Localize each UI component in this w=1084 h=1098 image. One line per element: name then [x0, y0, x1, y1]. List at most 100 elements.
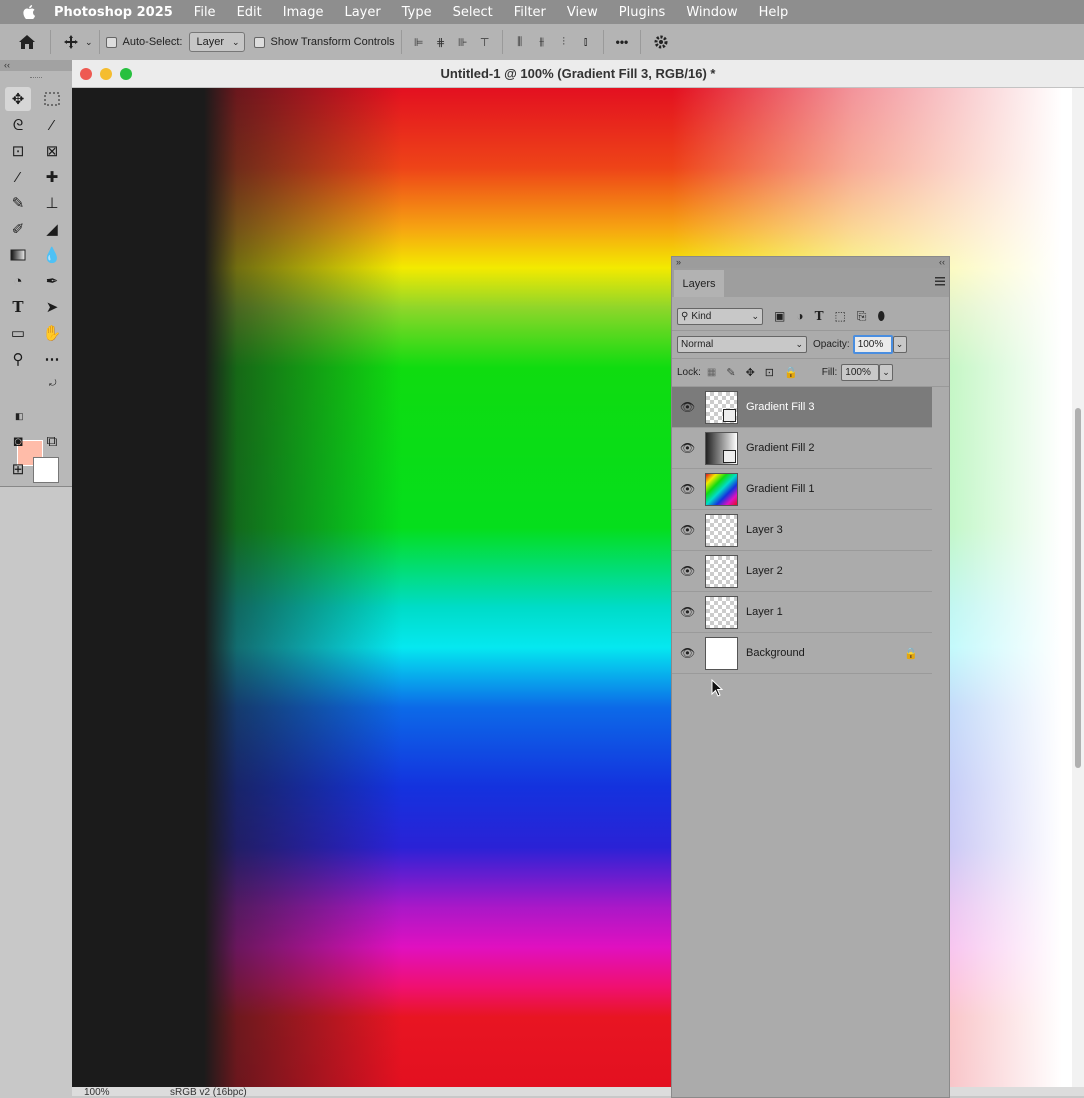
history-brush-tool-icon[interactable]: ✐: [5, 217, 31, 241]
auto-select-dropdown[interactable]: Layer ⌄: [189, 32, 245, 52]
visibility-eye-icon[interactable]: 👁: [680, 523, 696, 537]
vertical-scrollbar[interactable]: [1072, 88, 1084, 1087]
blur-tool-icon[interactable]: 💧: [39, 243, 65, 267]
scrollbar-thumb[interactable]: [1075, 408, 1081, 768]
collapse-panel-icon[interactable]: »: [676, 257, 681, 268]
tab-layers[interactable]: Layers: [674, 270, 724, 297]
rectangle-tool-icon[interactable]: ▭: [5, 321, 31, 345]
background-color-swatch[interactable]: [33, 457, 59, 483]
move-tool-icon[interactable]: ✥: [5, 87, 31, 111]
quick-mask-icon[interactable]: ◙: [5, 429, 31, 453]
pen-tool-icon[interactable]: ✒: [39, 269, 65, 293]
lock-icon[interactable]: 🔒: [904, 647, 918, 660]
marquee-tool-icon[interactable]: [39, 87, 65, 111]
filter-type-icon[interactable]: T: [815, 309, 824, 323]
blend-mode-dropdown[interactable]: Normal ⌄: [677, 335, 807, 353]
layer-row[interactable]: 👁 Layer 1: [672, 592, 932, 633]
visibility-eye-icon[interactable]: 👁: [680, 564, 696, 578]
app-name-menu[interactable]: Photoshop 2025: [54, 5, 173, 20]
eyedropper-tool-icon[interactable]: ⁄: [5, 165, 31, 189]
distribute-left-icon[interactable]: ⫼: [509, 33, 531, 51]
layer-name[interactable]: Layer 1: [746, 606, 783, 618]
layer-thumbnail[interactable]: [705, 431, 738, 465]
tools-panel-header[interactable]: ‹‹: [0, 60, 72, 71]
layer-name[interactable]: Gradient Fill 2: [746, 442, 814, 454]
lock-position-icon[interactable]: ✥: [746, 366, 755, 379]
zoom-tool-icon[interactable]: ⚲: [5, 347, 31, 371]
gradient-tool-icon[interactable]: [5, 243, 31, 267]
menu-file[interactable]: File: [194, 5, 216, 20]
crop-tool-icon[interactable]: ⊡: [5, 139, 31, 163]
lasso-tool-icon[interactable]: ᘓ: [5, 113, 31, 137]
layer-row[interactable]: 👁 Gradient Fill 3: [672, 387, 932, 428]
layers-panel-header[interactable]: » ‹‹: [672, 257, 949, 268]
frame-tool-icon[interactable]: ⊠: [39, 139, 65, 163]
auto-select-checkbox[interactable]: Auto-Select:: [105, 36, 182, 48]
visibility-eye-icon[interactable]: 👁: [680, 482, 696, 496]
menu-window[interactable]: Window: [686, 5, 737, 20]
lock-image-icon[interactable]: ✎: [726, 366, 735, 379]
more-tools-icon[interactable]: ⋯: [39, 347, 65, 371]
filter-toggle-icon[interactable]: ⬮: [877, 309, 885, 324]
move-tool-preset-icon[interactable]: ⌄: [63, 34, 93, 50]
align-left-edges-icon[interactable]: ⊫: [408, 33, 430, 51]
checkbox-box[interactable]: [105, 36, 117, 48]
menu-type[interactable]: Type: [402, 5, 432, 20]
lock-artboard-icon[interactable]: ⊡: [765, 366, 774, 379]
path-selection-tool-icon[interactable]: ➤: [39, 295, 65, 319]
layer-row[interactable]: 👁 Layer 3: [672, 510, 932, 551]
apple-icon[interactable]: [18, 5, 40, 19]
layer-thumbnail[interactable]: [705, 595, 738, 629]
healing-brush-tool-icon[interactable]: ✚: [39, 165, 65, 189]
magic-wand-tool-icon[interactable]: ⁄: [39, 113, 65, 137]
clone-stamp-tool-icon[interactable]: ⊥: [39, 191, 65, 215]
zoom-window-button[interactable]: [120, 67, 132, 80]
align-top-edges-icon[interactable]: ⊤: [474, 33, 496, 51]
default-colors-icon[interactable]: ◧: [15, 411, 24, 422]
close-window-button[interactable]: [80, 67, 92, 80]
layer-thumbnail[interactable]: [705, 554, 738, 588]
lock-transparent-icon[interactable]: ▦: [707, 367, 716, 378]
panel-menu-icon[interactable]: [935, 277, 945, 286]
menu-view[interactable]: View: [567, 5, 598, 20]
swap-colors-icon[interactable]: ⤾: [49, 378, 57, 389]
layer-thumbnail[interactable]: [705, 390, 738, 424]
menu-layer[interactable]: Layer: [344, 5, 380, 20]
visibility-eye-icon[interactable]: 👁: [680, 441, 696, 455]
menu-filter[interactable]: Filter: [514, 5, 546, 20]
visibility-eye-icon[interactable]: 👁: [680, 605, 696, 619]
layer-name[interactable]: Gradient Fill 3: [746, 401, 814, 413]
checkbox-box[interactable]: [253, 36, 265, 48]
layer-name[interactable]: Background: [746, 647, 805, 659]
collapse-tools-icon[interactable]: ‹‹: [4, 60, 10, 70]
visibility-eye-icon[interactable]: 👁: [680, 646, 696, 660]
edit-toolbar-icon[interactable]: ⊞: [5, 457, 31, 481]
screen-mode-icon[interactable]: ⧉: [39, 429, 65, 453]
layer-thumbnail[interactable]: [705, 472, 738, 506]
menu-image[interactable]: Image: [283, 5, 324, 20]
type-tool-icon[interactable]: T: [5, 295, 31, 319]
layer-name[interactable]: Layer 3: [746, 524, 783, 536]
fill-input[interactable]: 100%: [841, 363, 880, 381]
distribute-center-icon[interactable]: ⫵: [531, 33, 553, 51]
distribute-right-icon[interactable]: ⫶: [553, 33, 575, 51]
layer-row[interactable]: 👁 Background 🔒: [672, 633, 932, 674]
opacity-slider-toggle[interactable]: ⌄: [892, 335, 907, 353]
visibility-eye-icon[interactable]: 👁: [680, 400, 696, 414]
layer-row[interactable]: 👁 Gradient Fill 1: [672, 469, 932, 510]
layer-row[interactable]: 👁 Gradient Fill 2: [672, 428, 932, 469]
filter-shape-icon[interactable]: ⬚: [835, 309, 846, 323]
dodge-tool-icon[interactable]: ◔: [5, 269, 31, 293]
gear-icon[interactable]: [653, 34, 669, 50]
lock-all-icon[interactable]: 🔒: [784, 366, 798, 379]
filter-pixel-icon[interactable]: ▣: [774, 309, 785, 323]
layer-thumbnail[interactable]: [705, 636, 738, 670]
align-right-edges-icon[interactable]: ⊪: [452, 33, 474, 51]
more-options-icon[interactable]: •••: [616, 35, 629, 49]
minimize-window-button[interactable]: [100, 67, 112, 80]
layer-row[interactable]: 👁 Layer 2: [672, 551, 932, 592]
menu-select[interactable]: Select: [453, 5, 493, 20]
filter-adjustment-icon[interactable]: ◑: [796, 309, 803, 323]
layer-name[interactable]: Layer 2: [746, 565, 783, 577]
align-horizontal-centers-icon[interactable]: ⋕: [430, 33, 452, 51]
